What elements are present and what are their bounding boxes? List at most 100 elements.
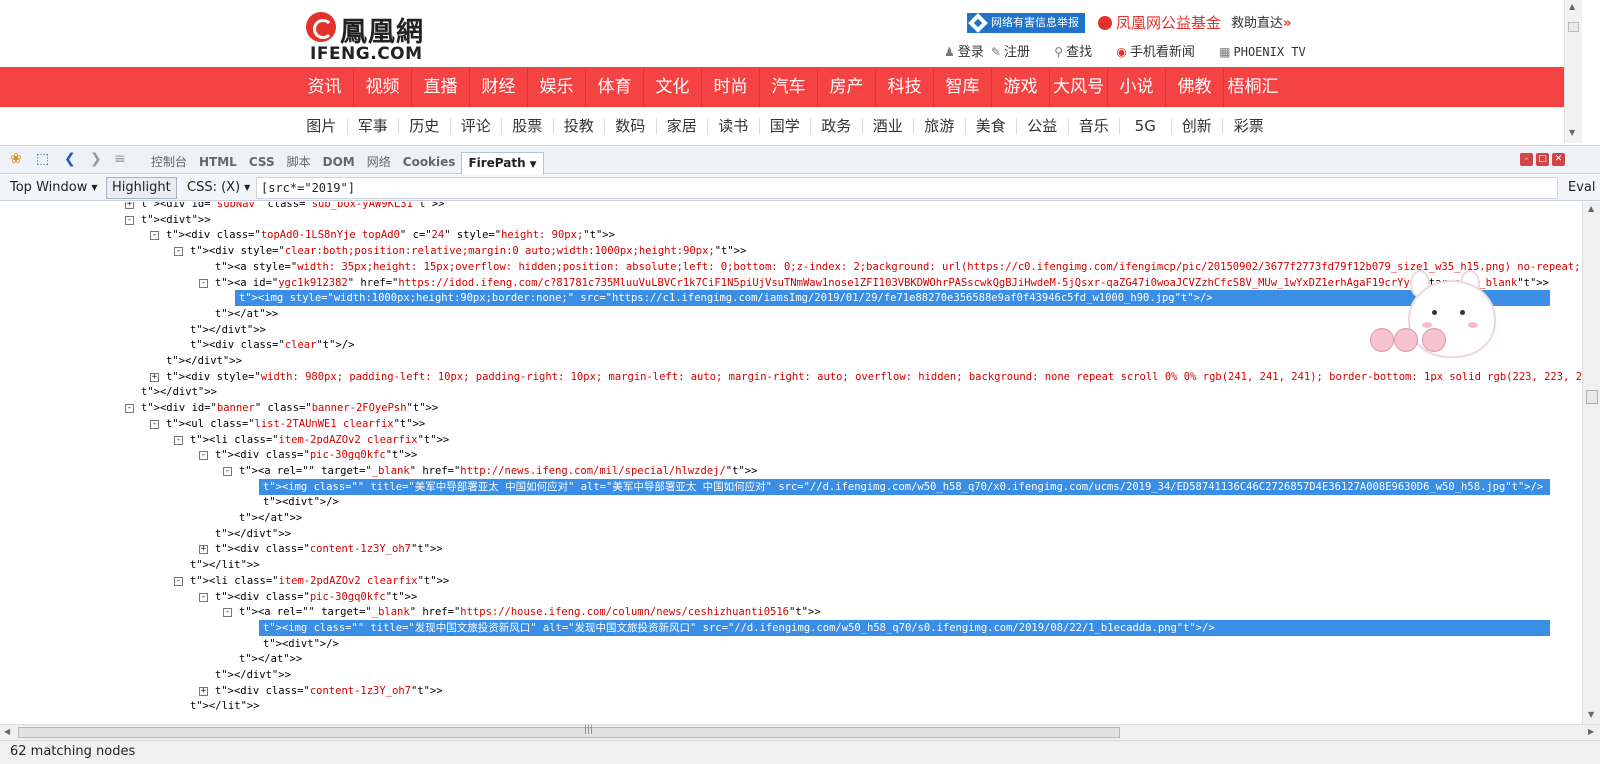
sub-nav-item[interactable]: 数码 <box>605 118 657 134</box>
sub-nav-item[interactable]: 旅游 <box>914 118 966 134</box>
minimize-icon[interactable]: – <box>1520 153 1533 166</box>
dom-node-line[interactable]: t"><div id="subNav" class="sub_box-yAW9K… <box>141 202 445 212</box>
collapse-node-icon[interactable]: - <box>174 576 183 586</box>
collapse-node-icon[interactable]: - <box>199 451 208 461</box>
sub-nav-item[interactable]: 政务 <box>811 118 863 134</box>
collapse-node-icon[interactable]: - <box>174 435 183 445</box>
harmful-info-report-link[interactable]: 网络有害信息举报 <box>967 13 1085 33</box>
dom-node-line-matched[interactable]: t"><img class="" title="发现中国文旅投资新风口" alt… <box>259 619 1550 636</box>
main-nav-item[interactable]: 汽车 <box>760 67 818 107</box>
close-icon[interactable]: ✕ <box>1552 153 1565 166</box>
main-nav-item[interactable]: 体育 <box>586 67 644 107</box>
sub-nav-item[interactable]: 图片 <box>296 118 348 134</box>
scroll-right-arrow-icon[interactable]: ▶ <box>1588 727 1594 736</box>
scroll-up-arrow-icon[interactable]: ▲ <box>1588 204 1594 213</box>
sub-nav-item[interactable]: 读书 <box>708 118 760 134</box>
highlight-button[interactable]: Highlight <box>106 177 177 199</box>
sub-nav-item[interactable]: 股票 <box>502 118 554 134</box>
dom-node-line[interactable]: t"></divt">> <box>141 384 217 400</box>
sub-nav-item[interactable]: 彩票 <box>1223 118 1275 134</box>
devtools-tab[interactable]: Cookies <box>397 152 462 174</box>
sub-nav-item[interactable]: 美食 <box>966 118 1017 134</box>
main-nav-item[interactable]: 房产 <box>818 67 876 107</box>
devtools-tab[interactable]: 网络 <box>361 152 397 174</box>
dom-node-line[interactable]: t"></divt">> <box>166 353 242 369</box>
devtools-tab[interactable]: FirePath ▼ <box>461 152 544 175</box>
sub-nav-item[interactable]: 创新 <box>1172 118 1223 134</box>
dom-node-line[interactable]: t"></at">> <box>239 651 302 667</box>
collapse-node-icon[interactable]: - <box>125 404 134 414</box>
dom-panel-vertical-scrollbar[interactable]: ▲ ▼ <box>1582 202 1600 724</box>
expand-node-icon[interactable]: + <box>125 202 134 209</box>
dom-node-line[interactable]: t"></lit">> <box>190 557 260 573</box>
dom-node-line[interactable]: t"><a id="ygc1k912382" href="https://ido… <box>215 275 1549 291</box>
sub-nav-item[interactable]: 评论 <box>451 118 502 134</box>
dom-node-line[interactable]: t"><div id="banner" class="banner-2FOyeP… <box>141 400 438 416</box>
dom-node-line-matched[interactable]: t"><img style="width:1000px;height:90px;… <box>235 290 1550 307</box>
sub-nav-item[interactable]: 公益 <box>1017 118 1069 134</box>
phoenix-tv-link[interactable]: PHOENIX TV <box>1234 42 1306 62</box>
window-selector[interactable]: Top Window ▼ <box>10 178 97 198</box>
main-nav-item[interactable]: 财经 <box>470 67 528 107</box>
mobile-news-link[interactable]: 手机看新闻 <box>1130 43 1195 63</box>
dom-node-line[interactable]: t"><div style="width: 980px; padding-lef… <box>166 369 1582 385</box>
main-nav-item[interactable]: 梧桐汇 <box>1224 67 1282 107</box>
step-out-icon[interactable]: ≡ <box>114 151 126 167</box>
devtools-tab[interactable]: 脚本 <box>281 152 317 174</box>
collapse-node-icon[interactable]: - <box>174 247 183 257</box>
main-nav-item[interactable]: 资讯 <box>296 67 354 107</box>
devtools-tab[interactable]: DOM <box>317 152 361 174</box>
dom-node-line[interactable]: t"><div class="topAd0-1LS8nYje topAd0" c… <box>166 227 615 243</box>
dom-node-line[interactable]: t"><div class="pic-30gq0kfc"t">> <box>215 447 417 463</box>
page-scroll-thumb[interactable] <box>1568 22 1579 32</box>
dom-node-line[interactable]: t"><divt">/> <box>263 494 339 510</box>
dom-node-line[interactable]: t"><div class="clear"t">/> <box>190 337 354 353</box>
eval-button[interactable]: Eval <box>1568 178 1596 198</box>
expand-node-icon[interactable]: + <box>199 686 208 696</box>
devtools-tab[interactable]: HTML <box>193 152 243 174</box>
scroll-up-arrow-icon[interactable]: ▲ <box>1569 2 1575 11</box>
sub-nav-item[interactable]: 历史 <box>399 118 451 134</box>
dom-node-line[interactable]: t"></lit">> <box>190 698 260 714</box>
collapse-node-icon[interactable]: - <box>125 215 134 225</box>
main-nav-item[interactable]: 时尚 <box>702 67 760 107</box>
collapse-node-icon[interactable]: - <box>223 608 232 618</box>
dom-panel-horizontal-scrollbar[interactable]: ◀ ||| ▶ <box>0 724 1600 740</box>
firebug-bug-icon[interactable]: ❀ <box>10 151 22 167</box>
main-nav-item[interactable]: 文化 <box>644 67 702 107</box>
sub-nav-item[interactable]: 家居 <box>657 118 708 134</box>
charity-fund-link[interactable]: 凤凰网公益基金 <box>1098 13 1221 33</box>
dom-node-line[interactable]: t"><div style="clear:both;position:relat… <box>190 243 746 259</box>
devtools-tab[interactable]: 控制台 <box>145 152 193 174</box>
main-nav-item[interactable]: 小说 <box>1108 67 1166 107</box>
css-xpath-selector[interactable]: CSS: (X) ▼ <box>187 178 250 198</box>
sub-nav-item[interactable]: 军事 <box>348 118 399 134</box>
detach-icon[interactable]: □ <box>1536 153 1549 166</box>
back-arrow-icon[interactable]: ❮ <box>64 151 76 167</box>
dom-node-line[interactable]: t"></divt">> <box>190 322 266 338</box>
register-link[interactable]: 注册 <box>1004 43 1030 63</box>
dom-node-line-matched[interactable]: t"><img class="" title="美军中导部署亚太 中国如何应对"… <box>259 478 1550 495</box>
dom-node-line[interactable]: t"></divt">> <box>215 667 291 683</box>
main-nav-item[interactable]: 科技 <box>876 67 934 107</box>
collapse-node-icon[interactable]: - <box>223 466 232 476</box>
sub-nav-item[interactable]: 投教 <box>554 118 605 134</box>
main-nav-item[interactable]: 佛教 <box>1166 67 1224 107</box>
main-nav-item[interactable]: 大风号 <box>1050 67 1108 107</box>
dom-node-line[interactable]: t"></divt">> <box>215 526 291 542</box>
search-link[interactable]: 查找 <box>1066 43 1092 63</box>
main-nav-item[interactable]: 直播 <box>412 67 470 107</box>
inspect-element-icon[interactable]: ⬚ <box>36 151 49 167</box>
dom-node-line[interactable]: t"><div class="content-1z3Y_oh7"t">> <box>215 683 443 699</box>
dom-node-line[interactable]: t"><a rel="" target="_blank" href="https… <box>239 604 821 620</box>
dom-node-line[interactable]: t"><divt">/> <box>263 636 339 652</box>
dom-node-line[interactable]: t"><a rel="" target="_blank" href="http:… <box>239 463 757 479</box>
main-nav-item[interactable]: 视频 <box>354 67 412 107</box>
vertical-scroll-thumb[interactable] <box>1586 390 1598 404</box>
expand-node-icon[interactable]: + <box>150 372 159 382</box>
scroll-down-arrow-icon[interactable]: ▼ <box>1588 710 1594 719</box>
scroll-left-arrow-icon[interactable]: ◀ <box>4 727 10 736</box>
horizontal-scroll-thumb[interactable]: ||| <box>18 725 1120 738</box>
sub-nav-item[interactable]: 酒业 <box>863 118 914 134</box>
collapse-node-icon[interactable]: - <box>199 278 208 288</box>
